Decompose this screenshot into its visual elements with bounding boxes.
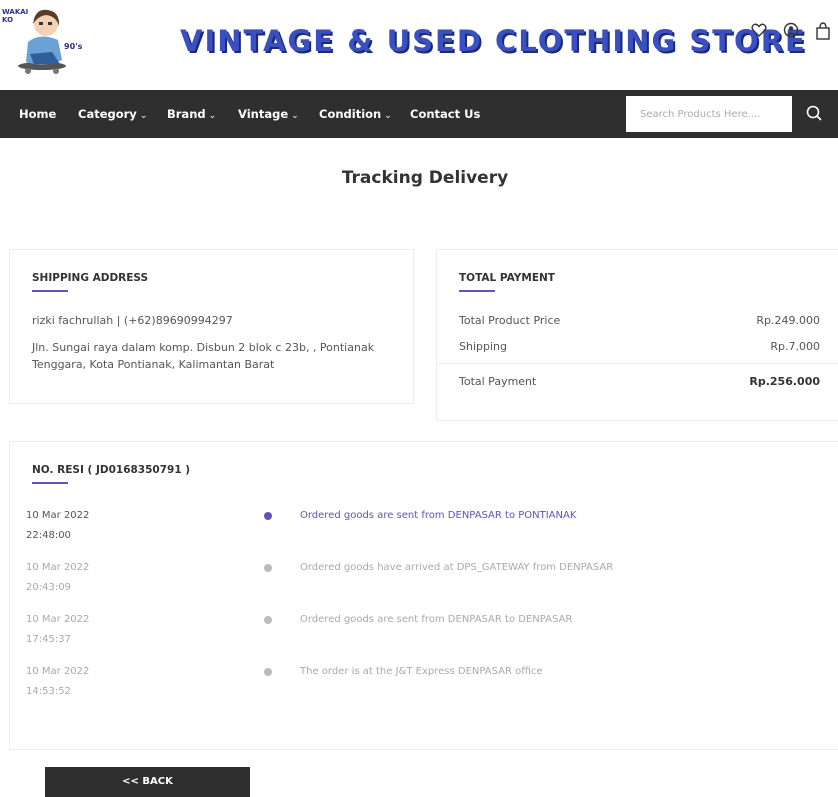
nav-item-label: Brand — [167, 107, 206, 121]
site-header: WAKAI KO 90's VINTAGE & USED CLOTHING ST… — [0, 0, 838, 90]
event-time: 22:48:00 — [26, 530, 71, 541]
bag-icon[interactable] — [814, 22, 832, 40]
event-date: 10 Mar 2022 — [26, 510, 90, 521]
payment-heading: TOTAL PAYMENT — [459, 272, 555, 284]
tracking-event: 10 Mar 2022 22:48:00 Ordered goods are s… — [10, 506, 838, 550]
event-datetime: 10 Mar 2022 22:48:00 — [26, 506, 146, 546]
nav-item-condition[interactable]: Condition ⌄ — [319, 90, 392, 138]
event-description: Ordered goods are sent from DENPASAR to … — [300, 614, 573, 625]
tracking-event: 10 Mar 2022 17:45:37 Ordered goods are s… — [10, 610, 838, 654]
shipping-cost-label: Shipping — [459, 340, 507, 353]
total-payment-label: Total Payment — [459, 375, 537, 388]
nav-item-category[interactable]: Category ⌄ — [78, 90, 147, 138]
page-title: Tracking Delivery — [341, 168, 509, 188]
total-payment-card: TOTAL PAYMENT Total Product Price Rp.249… — [436, 249, 838, 421]
nav-item-brand[interactable]: Brand ⌄ — [167, 90, 216, 138]
event-datetime: 10 Mar 2022 17:45:37 — [26, 610, 146, 650]
chevron-down-icon: ⌄ — [384, 111, 392, 121]
status-dot — [264, 564, 272, 572]
search-input[interactable] — [626, 96, 792, 132]
logo-text-top: WAKAI KO — [2, 8, 29, 24]
status-dot — [264, 512, 272, 520]
shipping-address-card: SHIPPING ADDRESS rizki fachrullah | (+62… — [9, 249, 414, 404]
back-button[interactable]: << BACK — [45, 767, 250, 797]
heart-icon[interactable] — [750, 22, 768, 40]
search-button[interactable] — [794, 96, 834, 132]
event-description: Ordered goods have arrived at DPS_GATEWA… — [300, 562, 614, 573]
event-time: 14:53:52 — [26, 686, 71, 697]
heading-underline — [32, 290, 68, 292]
nav-item-label: Category — [78, 107, 137, 121]
user-icon[interactable] — [782, 22, 800, 40]
nav-item-home[interactable]: Home — [19, 90, 56, 138]
total-payment-value: Rp.256.000 — [749, 375, 820, 388]
tracking-event: 10 Mar 2022 14:53:52 The order is at the… — [10, 662, 838, 706]
event-datetime: 10 Mar 2022 20:43:09 — [26, 558, 146, 598]
shipping-recipient: rizki fachrullah | (+62)89690994297 — [32, 314, 233, 327]
nav-item-label: Home — [19, 107, 57, 121]
nav-item-vintage[interactable]: Vintage ⌄ — [238, 90, 299, 138]
divider — [437, 363, 838, 364]
tracking-event: 10 Mar 2022 20:43:09 Ordered goods have … — [10, 558, 838, 602]
event-datetime: 10 Mar 2022 14:53:52 — [26, 662, 146, 702]
status-dot — [264, 668, 272, 676]
header-icons — [748, 22, 838, 46]
logo-text-side: 90's — [64, 42, 83, 51]
nav-item-label: Vintage — [238, 107, 289, 121]
event-date: 10 Mar 2022 — [26, 614, 90, 625]
event-time: 17:45:37 — [26, 634, 71, 645]
nav-item-label: Contact Us — [410, 107, 481, 121]
shipping-heading: SHIPPING ADDRESS — [32, 272, 149, 284]
store-title: VINTAGE & USED CLOTHING STORE — [180, 24, 807, 58]
product-price-value: Rp.249.000 — [756, 314, 820, 327]
status-dot — [264, 616, 272, 624]
event-description: Ordered goods are sent from DENPASAR to … — [300, 510, 577, 521]
heading-underline — [459, 290, 495, 292]
tracking-card: NO. RESI ( JD0168350791 ) 10 Mar 2022 22… — [9, 441, 838, 750]
chevron-down-icon: ⌄ — [208, 111, 217, 121]
shipping-address: Jln. Sungai raya dalam komp. Disbun 2 bl… — [32, 341, 375, 371]
product-price-label: Total Product Price — [459, 314, 561, 327]
chevron-down-icon: ⌄ — [139, 111, 148, 121]
event-time: 20:43:09 — [26, 582, 71, 593]
main-nav: Home Category ⌄ Brand ⌄ Vintage ⌄ Condition… — [0, 90, 838, 138]
heading-underline — [32, 482, 68, 484]
shipping-cost-value: Rp.7.000 — [770, 340, 820, 353]
tracking-number-heading: NO. RESI ( JD0168350791 ) — [32, 464, 191, 476]
nav-item-label: Condition — [319, 107, 382, 121]
event-date: 10 Mar 2022 — [26, 666, 90, 677]
event-date: 10 Mar 2022 — [26, 562, 90, 573]
store-logo[interactable]: WAKAI KO 90's — [0, 2, 110, 80]
nav-item-contact-us[interactable]: Contact Us — [410, 90, 480, 138]
search-icon — [806, 105, 822, 121]
chevron-down-icon: ⌄ — [291, 111, 299, 121]
event-description: The order is at the J&T Express DENPASAR… — [300, 666, 543, 677]
